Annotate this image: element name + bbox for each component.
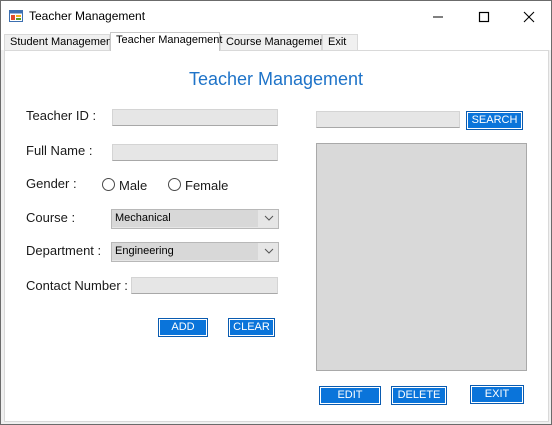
tab-teacher-management[interactable]: Teacher Management <box>110 32 222 51</box>
course-label: Course : <box>26 210 76 225</box>
title-bar: Teacher Management <box>1 1 551 32</box>
page-title: Teacher Management <box>188 69 364 89</box>
tab-student-management[interactable]: Student Management <box>4 34 115 50</box>
minimize-button[interactable] <box>415 1 461 32</box>
tab-course-management[interactable]: Course Management <box>220 34 329 50</box>
search-button[interactable]: SEARCH <box>466 111 523 130</box>
app-form-icon <box>9 9 23 23</box>
minimize-icon <box>433 16 443 17</box>
gender-label: Gender : <box>26 176 77 191</box>
department-select-value: Engineering <box>112 243 258 260</box>
chevron-down-icon <box>264 215 274 221</box>
maximize-icon <box>478 11 490 22</box>
gender-female-label[interactable]: Female <box>185 178 228 193</box>
contact-number-label: Contact Number : <box>26 278 128 293</box>
teacher-id-input[interactable] <box>112 109 278 126</box>
search-input[interactable] <box>316 111 460 128</box>
gender-male-label[interactable]: Male <box>119 178 147 193</box>
delete-button[interactable]: DELETE <box>391 386 447 405</box>
tab-exit[interactable]: Exit <box>322 34 358 50</box>
main-window: Teacher Management Student Management Te… <box>0 0 552 425</box>
edit-button[interactable]: EDIT <box>319 386 381 405</box>
teacher-list[interactable] <box>316 143 527 371</box>
close-button[interactable] <box>506 1 552 32</box>
full-name-label: Full Name : <box>26 143 93 158</box>
exit-button[interactable]: EXIT <box>470 385 524 404</box>
tab-bar: Student Management Teacher Management Co… <box>1 32 551 51</box>
teacher-id-label: Teacher ID : <box>26 108 97 123</box>
maximize-button[interactable] <box>461 1 507 32</box>
department-label: Department : <box>26 243 102 258</box>
department-select[interactable]: Engineering <box>111 242 279 262</box>
gender-male-radio[interactable] <box>102 178 115 191</box>
gender-female-radio[interactable] <box>168 178 181 191</box>
contact-number-input[interactable] <box>131 277 278 294</box>
full-name-input[interactable] <box>112 144 278 161</box>
close-icon <box>523 11 535 22</box>
course-select[interactable]: Mechanical <box>111 209 279 229</box>
window-title: Teacher Management <box>29 9 146 23</box>
add-button[interactable]: ADD <box>158 318 208 337</box>
clear-button[interactable]: CLEAR <box>228 318 275 337</box>
chevron-down-icon <box>264 248 274 254</box>
course-select-value: Mechanical <box>112 210 258 227</box>
